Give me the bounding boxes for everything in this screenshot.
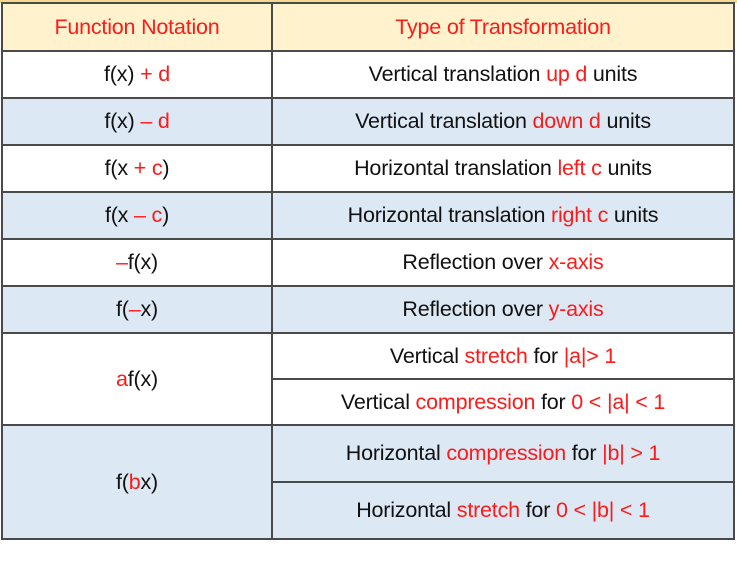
text-segment: Vertical <box>389 343 465 368</box>
highlighted-text: stretch <box>464 343 528 368</box>
highlighted-text: |b| > 1 <box>602 441 661 465</box>
function-notation-cell: f(x – c) <box>1 191 273 240</box>
table-row: f(x + c) Horizontal translation left c un… <box>1 144 735 193</box>
text-segment: f(x) <box>127 250 158 274</box>
highlighted-text: a <box>115 366 128 391</box>
text-segment: f(x) <box>104 109 141 133</box>
highlighted-text: x-axis <box>548 250 604 274</box>
transformation-cell: Horizontal stretch for 0 < |b| < 1 <box>271 481 735 540</box>
text-segment: f(x) <box>104 62 141 86</box>
text-segment: ) <box>162 203 170 227</box>
transformations-table: Function Notation Type of Transformation… <box>1 2 735 540</box>
transformation-cell: Vertical compression for 0 < |a| < 1 <box>271 378 735 426</box>
function-notation-cell: f(x) + d <box>1 50 273 99</box>
header-row: Function Notation Type of Transformation <box>1 2 735 52</box>
function-notation-cell: f(x + c) <box>1 144 273 193</box>
table-body: f(x) + d Vertical translation up d units f… <box>1 50 735 540</box>
text-segment: Horizontal translation <box>347 203 551 227</box>
function-notation-cell: f(–x) <box>1 285 273 334</box>
highlighted-text: compression <box>415 389 536 414</box>
highlighted-text: – d <box>140 109 170 133</box>
text-segment: units <box>608 203 659 227</box>
highlighted-text: – <box>115 250 128 274</box>
highlighted-text: b <box>128 469 141 494</box>
text-segment: x) <box>140 469 158 494</box>
text-segment: Vertical translation <box>355 109 533 133</box>
text-segment: Horizontal translation <box>354 156 558 180</box>
text-segment: for <box>566 441 603 465</box>
function-notation-cell: –f(x) <box>1 238 273 287</box>
highlighted-text: |a|> 1 <box>563 343 617 368</box>
table-row: f(bx) Horizontal compression for |b| > 1 <box>1 424 735 540</box>
text-segment: units <box>587 62 638 86</box>
highlighted-text: y-axis <box>548 297 604 321</box>
text-segment: Horizontal <box>345 441 447 465</box>
text-segment: x) <box>140 297 158 321</box>
text-segment: f(x <box>104 203 134 227</box>
table-row: f(–x) Reflection over y-axis <box>1 285 735 334</box>
function-notation-cell: f(bx) <box>1 424 273 540</box>
table-row: f(x) – d Vertical translation down d unit… <box>1 97 735 146</box>
text-segment: units <box>601 156 652 180</box>
table-row: f(x – c) Horizontal translation right c u… <box>1 191 735 240</box>
table-row: f(x) + d Vertical translation up d units <box>1 50 735 99</box>
highlighted-text: right c <box>550 203 609 227</box>
text-segment: Horizontal <box>356 498 457 522</box>
transformation-cell: Horizontal compression for |b| > 1 <box>271 424 735 483</box>
highlighted-text: + d <box>140 62 170 86</box>
header-type-of-transformation: Type of Transformation <box>271 2 735 52</box>
highlighted-text: up d <box>546 62 588 86</box>
text-segment: for <box>527 343 564 368</box>
text-segment: f(x <box>104 156 134 180</box>
highlighted-text: down d <box>532 109 601 133</box>
highlighted-text: + c <box>133 156 163 180</box>
highlighted-text: compression <box>446 441 567 465</box>
transformation-cell: Reflection over y-axis <box>271 285 735 334</box>
text-segment: Vertical translation <box>368 62 547 86</box>
highlighted-text: – c <box>134 203 163 227</box>
text-segment: f(x) <box>127 366 158 391</box>
function-notation-cell: af(x) <box>1 332 273 426</box>
text-segment: f( <box>115 469 129 494</box>
text-segment: Reflection over <box>402 250 549 274</box>
text-segment: f( <box>115 297 129 321</box>
text-segment: Vertical <box>340 389 416 414</box>
highlighted-text: – <box>128 297 141 321</box>
text-segment: for <box>535 389 572 414</box>
transformation-cell: Vertical stretch for |a|> 1 <box>271 332 735 380</box>
text-segment: Reflection over <box>402 297 549 321</box>
text-segment: units <box>600 109 651 133</box>
highlighted-text: 0 < |a| < 1 <box>571 389 666 414</box>
table-row: –f(x) Reflection over x-axis <box>1 238 735 287</box>
highlighted-text: left c <box>557 156 602 180</box>
transformation-cell: Vertical translation up d units <box>271 50 735 99</box>
highlighted-text: 0 < |b| < 1 <box>555 498 650 522</box>
highlighted-text: stretch <box>456 498 520 522</box>
header-function-notation: Function Notation <box>1 2 273 52</box>
text-segment: for <box>519 498 556 522</box>
function-notation-cell: f(x) – d <box>1 97 273 146</box>
transformation-cell: Reflection over x-axis <box>271 238 735 287</box>
table-row: af(x) Vertical stretch for |a|> 1 <box>1 332 735 426</box>
text-segment: ) <box>162 156 170 180</box>
transformation-cell: Horizontal translation right c units <box>271 191 735 240</box>
transformation-cell: Vertical translation down d units <box>271 97 735 146</box>
transformation-cell: Horizontal translation left c units <box>271 144 735 193</box>
